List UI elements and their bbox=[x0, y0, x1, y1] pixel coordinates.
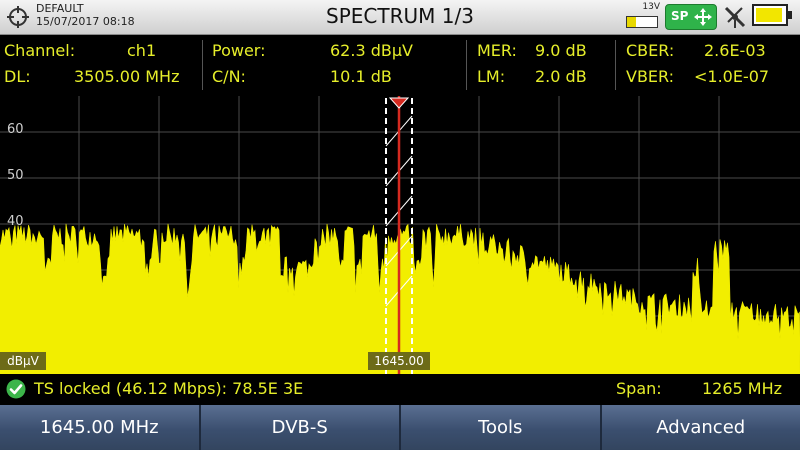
cn-label: C/N: bbox=[212, 67, 246, 86]
main-battery-indicator bbox=[752, 4, 794, 28]
cber-label: CBER: bbox=[626, 41, 675, 60]
lnb-battery-icon bbox=[626, 16, 658, 28]
marker-frequency-label: 1645.00 bbox=[368, 352, 430, 370]
channel-label: Channel: bbox=[4, 41, 76, 60]
tools-softkey[interactable]: Tools bbox=[401, 405, 602, 450]
y-tick-label: 60 bbox=[7, 122, 24, 137]
channel-value: ch1 bbox=[127, 41, 157, 60]
power-value: 62.3 dBµV bbox=[330, 41, 413, 60]
mer-value: 9.0 dB bbox=[535, 41, 587, 60]
dl-label: DL: bbox=[4, 67, 31, 86]
spectrum-plot[interactable]: 6050403020 bbox=[0, 96, 800, 374]
mode-button-label: SP bbox=[671, 9, 689, 23]
lnb-power-indicator: 13V bbox=[626, 2, 662, 28]
frequency-softkey[interactable]: 1645.00 MHz bbox=[0, 405, 201, 450]
battery-icon bbox=[752, 4, 788, 26]
divider bbox=[615, 40, 616, 90]
dl-value: 3505.00 MHz bbox=[74, 67, 180, 86]
mer-label: MER: bbox=[477, 41, 517, 60]
standard-softkey[interactable]: DVB-S bbox=[200, 405, 401, 450]
status-bar: TS locked (46.12 Mbps): 78.5E 3E Span: 1… bbox=[0, 374, 800, 404]
spectrum-mode-button[interactable]: SP bbox=[665, 4, 717, 30]
measurement-panel: Channel: ch1 DL: 3505.00 MHz Power: 62.3… bbox=[0, 35, 800, 94]
satellite-icon bbox=[724, 6, 746, 28]
cn-value: 10.1 dB bbox=[330, 67, 392, 86]
ts-lock-status: TS locked (46.12 Mbps): 78.5E 3E bbox=[34, 379, 304, 398]
battery-fill bbox=[756, 8, 782, 22]
vber-value: <1.0E-07 bbox=[694, 67, 770, 86]
marker-arrow-icon bbox=[388, 97, 410, 109]
title-bar: DEFAULT 15/07/2017 08:18 SPECTRUM 1/3 13… bbox=[0, 0, 800, 35]
check-icon bbox=[6, 379, 26, 399]
move-arrows-icon bbox=[694, 8, 712, 26]
spectrum-graph[interactable]: 6050403020 bbox=[0, 96, 800, 374]
amplitude-unit-label: dBµV bbox=[0, 352, 46, 370]
advanced-softkey[interactable]: Advanced bbox=[601, 405, 800, 450]
power-label: Power: bbox=[212, 41, 266, 60]
divider bbox=[202, 40, 203, 90]
cber-value: 2.6E-03 bbox=[704, 41, 766, 60]
lnb-voltage-label: 13V bbox=[642, 2, 660, 12]
span-label: Span: bbox=[616, 379, 662, 398]
lm-label: LM: bbox=[477, 67, 506, 86]
y-tick-label: 50 bbox=[7, 168, 24, 183]
softkey-bar: 1645.00 MHz DVB-S Tools Advanced bbox=[0, 405, 800, 450]
divider bbox=[466, 40, 467, 90]
span-value: 1265 MHz bbox=[701, 379, 782, 398]
battery-tip bbox=[788, 11, 792, 19]
lm-value: 2.0 dB bbox=[535, 67, 587, 86]
lnb-battery-fill bbox=[627, 17, 636, 27]
vber-label: VBER: bbox=[626, 67, 675, 86]
